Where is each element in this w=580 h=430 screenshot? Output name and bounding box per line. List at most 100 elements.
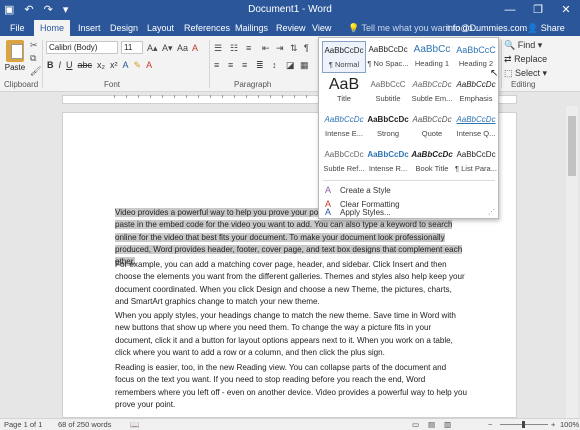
align-left-icon[interactable]: ≡ <box>214 60 219 70</box>
document-paragraph[interactable]: For example, you can add a matching cove… <box>115 259 467 308</box>
replace-button[interactable]: ⇄ Replace <box>504 54 547 68</box>
word-count[interactable]: 68 of 250 words <box>58 420 111 429</box>
tab-references[interactable]: References <box>178 20 236 36</box>
style-list-paragraph[interactable]: AaBbCcDc ¶ List Para... <box>454 146 498 178</box>
copy-icon[interactable]: ⧉ <box>30 53 41 64</box>
borders-icon[interactable]: ▦ <box>300 60 309 71</box>
highlight-icon[interactable]: ✎ <box>134 60 142 71</box>
page-count[interactable]: Page 1 of 1 <box>4 420 42 429</box>
close-button[interactable]: ✕ <box>552 0 580 20</box>
style-subtle-reference[interactable]: AaBbCcDc Subtle Ref... <box>322 146 366 178</box>
style-preview: AaBbCcC <box>370 80 406 89</box>
text-effects-icon[interactable]: A <box>123 60 129 71</box>
account-name[interactable]: info@Dummies.com <box>446 21 527 35</box>
show-marks-icon[interactable]: ¶ <box>304 43 309 53</box>
tab-view[interactable]: View <box>306 20 337 36</box>
zoom-level[interactable]: 100% <box>560 420 579 429</box>
multilevel-list-icon[interactable]: ≡ <box>246 43 251 53</box>
style-name: ¶ No Spac... <box>367 59 409 68</box>
increase-indent-icon[interactable]: ⇥ <box>276 43 284 54</box>
style-name: Intense Q... <box>456 129 496 138</box>
restore-button[interactable]: ❐ <box>524 0 552 20</box>
select-button[interactable]: ⬚ Select ▾ <box>504 68 547 82</box>
paragraph-group-label: Paragraph <box>234 80 272 89</box>
style-normal[interactable]: AaBbCcDc ¶ Normal <box>322 41 366 73</box>
replace-icon: ⇄ <box>504 54 512 64</box>
font-color-icon[interactable]: A <box>146 60 152 71</box>
style-preview: AaBbCcDc <box>324 115 364 124</box>
tab-mailings[interactable]: Mailings <box>229 20 274 36</box>
justify-icon[interactable]: ≣ <box>256 60 264 71</box>
change-case-icon[interactable]: Aa <box>177 43 188 53</box>
ruler-tick <box>246 95 247 98</box>
numbering-icon[interactable]: ☷ <box>230 43 238 54</box>
document-paragraph[interactable]: When you apply styles, your headings cha… <box>115 310 467 359</box>
font-size-box[interactable]: 11 <box>121 41 143 54</box>
zoom-in-icon[interactable]: + <box>551 420 555 429</box>
style-intense-reference[interactable]: AaBbCcDc Intense R... <box>366 146 410 178</box>
style-name: ¶ List Para... <box>455 164 497 173</box>
superscript-icon[interactable]: x² <box>110 60 118 71</box>
line-spacing-icon[interactable]: ↕ <box>272 60 277 70</box>
bullets-icon[interactable]: ☰ <box>214 43 222 54</box>
mouse-pointer-icon: ↖ <box>490 68 499 79</box>
style-name: Title <box>337 94 351 103</box>
proofing-icon[interactable]: 📖 <box>130 420 139 429</box>
tab-design[interactable]: Design <box>104 20 144 36</box>
share-button[interactable]: 👤 Share <box>527 21 565 35</box>
format-painter-icon[interactable]: 🖌 <box>30 66 41 77</box>
paste-button[interactable]: Paste <box>4 40 26 72</box>
create-style-item[interactable]: A Create a Style <box>325 185 391 195</box>
style-title[interactable]: AaB Title <box>322 76 366 108</box>
subscript-icon[interactable]: x₂ <box>97 60 105 71</box>
align-right-icon[interactable]: ≡ <box>242 60 247 70</box>
style-no-spacing[interactable]: AaBbCcDc ¶ No Spac... <box>366 41 410 73</box>
style-intense-quote[interactable]: AaBbCcDc Intense Q... <box>454 111 498 143</box>
shading-icon[interactable]: ◪ <box>286 60 295 71</box>
font-name-box[interactable]: Calibri (Body) <box>46 41 118 54</box>
style-subtle-emphasis[interactable]: AaBbCcDc Subtle Em... <box>410 76 454 108</box>
status-bar: Page 1 of 1 68 of 250 words 📖 ▭ ▤ ▥ − + … <box>0 418 580 430</box>
sort-icon[interactable]: ⇅ <box>290 43 298 54</box>
ruler-tick <box>294 95 295 98</box>
tab-layout[interactable]: Layout <box>141 20 180 36</box>
center-icon[interactable]: ≡ <box>228 60 233 70</box>
tab-file[interactable]: File <box>4 20 31 36</box>
bold-icon[interactable]: B <box>47 60 54 71</box>
paste-icon <box>6 40 24 62</box>
apply-styles-item[interactable]: A Apply Styles... <box>325 207 391 217</box>
tab-home[interactable]: Home <box>34 20 71 36</box>
cut-icon[interactable]: ✂ <box>30 40 41 51</box>
vertical-scrollbar[interactable] <box>566 106 578 418</box>
style-preview: AaBbCcDc <box>412 80 452 89</box>
zoom-out-icon[interactable]: − <box>488 420 492 429</box>
find-button[interactable]: 🔍 Find ▾ <box>504 40 547 54</box>
tab-insert[interactable]: Insert <box>72 20 107 36</box>
style-intense-emphasis[interactable]: AaBbCcDc Intense E... <box>322 111 366 143</box>
clear-formatting-icon[interactable]: A <box>192 43 198 53</box>
web-layout-icon[interactable]: ▥ <box>444 420 451 429</box>
print-layout-icon[interactable]: ▤ <box>428 420 435 429</box>
ruler-tick <box>282 95 283 98</box>
italic-icon[interactable]: I <box>59 60 62 71</box>
minimize-button[interactable]: — <box>496 0 524 20</box>
shrink-font-icon[interactable]: A▾ <box>162 43 173 54</box>
style-quote[interactable]: AaBbCcDc Quote <box>410 111 454 143</box>
strikethrough-icon[interactable]: abc <box>78 60 93 71</box>
style-emphasis[interactable]: AaBbCcDc Emphasis <box>454 76 498 108</box>
style-subtitle[interactable]: AaBbCcC Subtitle <box>366 76 410 108</box>
decrease-indent-icon[interactable]: ⇤ <box>262 43 270 54</box>
style-book-title[interactable]: AaBbCcDc Book Title <box>410 146 454 178</box>
style-heading-1[interactable]: AaBbCc Heading 1 <box>410 41 454 73</box>
gallery-resize-grip-icon[interactable]: ⋰ <box>488 208 495 216</box>
style-strong[interactable]: AaBbCcDc Strong <box>366 111 410 143</box>
grow-font-icon[interactable]: A▴ <box>147 43 158 54</box>
create-style-icon: A <box>325 185 332 195</box>
read-mode-icon[interactable]: ▭ <box>412 420 419 429</box>
clipboard-tools: ✂ ⧉ 🖌 <box>30 40 41 77</box>
underline-icon[interactable]: U <box>66 60 73 71</box>
document-paragraph[interactable]: Reading is easier, too, in the new Readi… <box>115 362 467 411</box>
replace-label: Replace <box>514 54 548 64</box>
scrollbar-thumb[interactable] <box>568 116 576 176</box>
zoom-slider-knob[interactable] <box>522 421 525 428</box>
